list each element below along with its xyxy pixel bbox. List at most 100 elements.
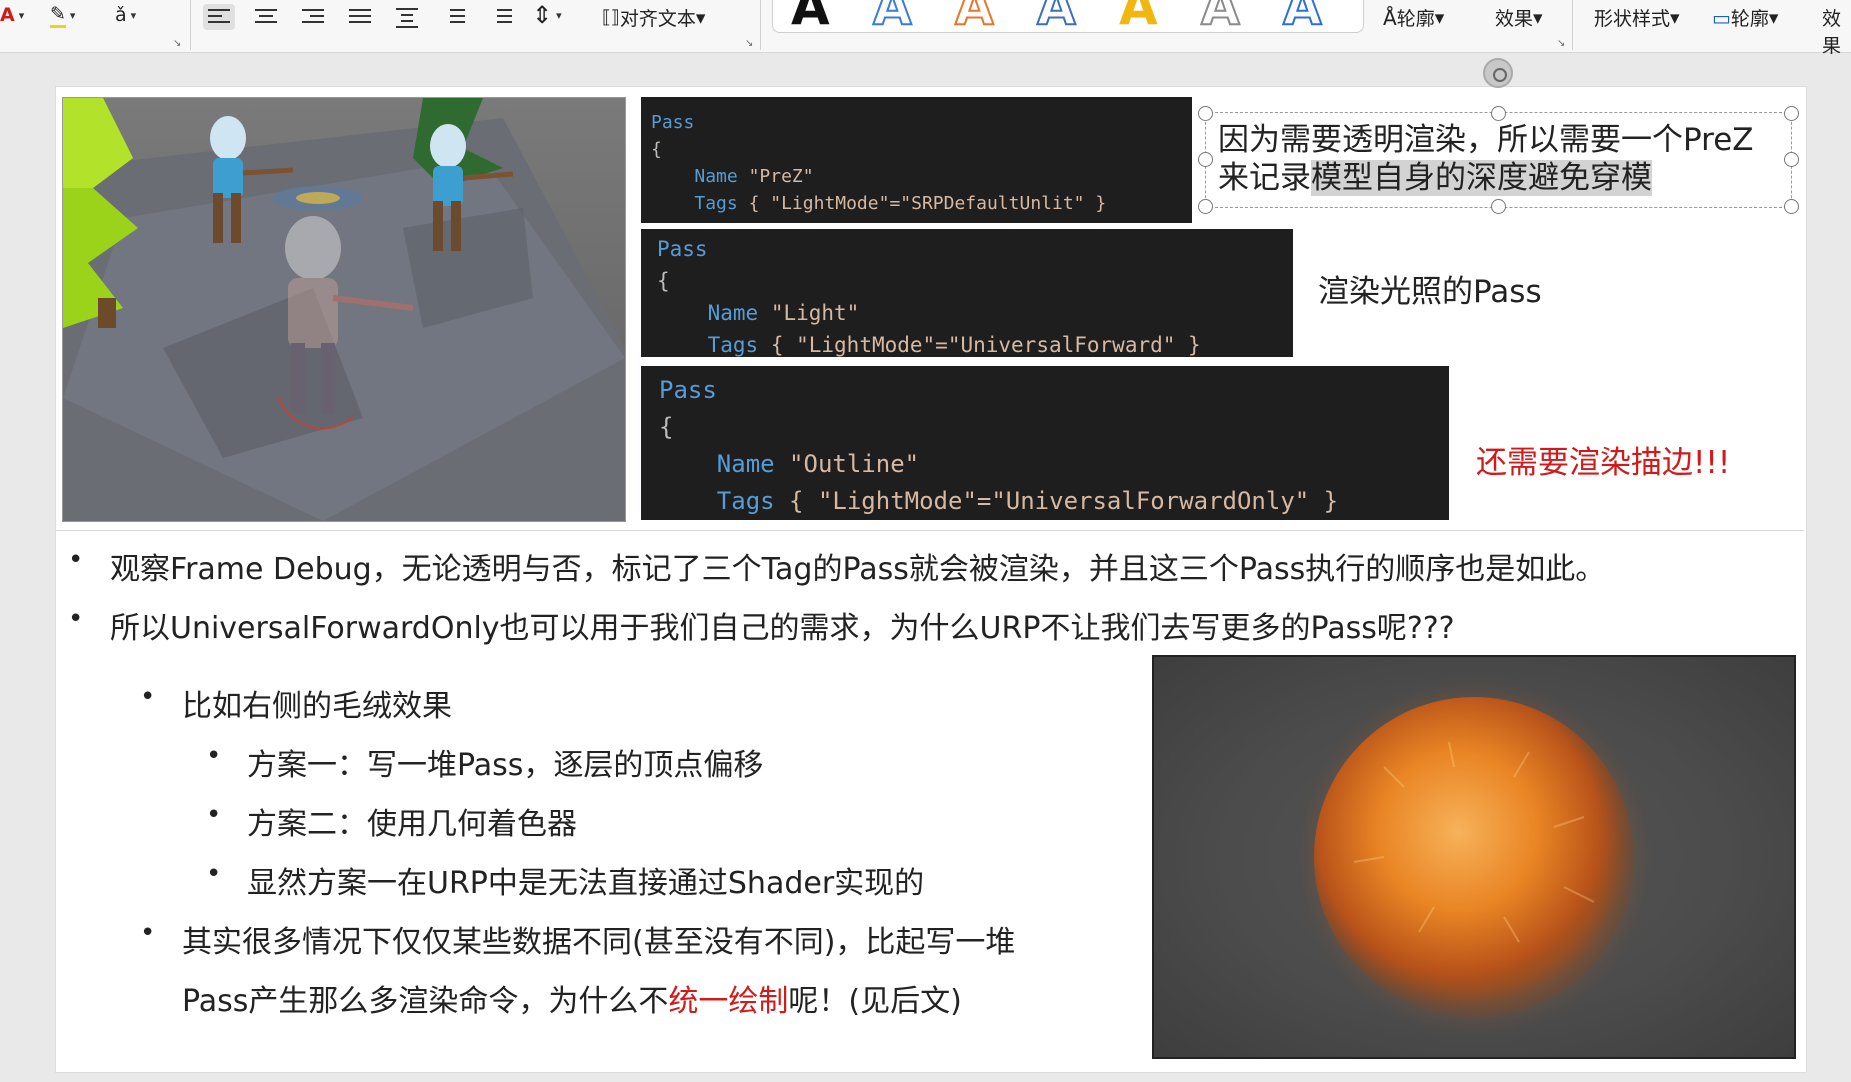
wordart-style-5[interactable]: A	[1119, 0, 1158, 32]
resize-handle[interactable]	[1491, 106, 1506, 121]
highlighter-icon: ✎	[50, 3, 66, 28]
font-dialog-launcher-icon[interactable]: ↘	[173, 38, 181, 49]
code-name-value: "Outline"	[789, 450, 920, 478]
shape-effect-label: 效果	[1822, 8, 1842, 57]
code-block-outline[interactable]: Pass { Name "Outline" Tags { "LightMode"…	[641, 366, 1449, 520]
phonetic-button[interactable]: ǎ ▾	[115, 0, 136, 30]
resize-handle[interactable]	[1784, 152, 1799, 167]
text-effect-button[interactable]: 效果 ▾	[1495, 4, 1543, 31]
text-outline-icon: Å	[1383, 5, 1397, 30]
wordart-style-2[interactable]: A	[872, 0, 913, 32]
prez-note-line2-start: 来记录	[1218, 160, 1311, 196]
code-brace: {	[659, 413, 674, 441]
highlight-button[interactable]: ✎ ▾	[50, 0, 75, 30]
numbering-button[interactable]	[485, 4, 517, 30]
code-tags-value: { "LightMode"="SRPDefaultUnlit" }	[748, 193, 1107, 214]
resize-handle[interactable]	[1784, 199, 1799, 214]
shape-style-label: 形状样式	[1594, 8, 1671, 30]
outline-pass-note[interactable]: 还需要渲染描边!!!	[1476, 437, 1730, 482]
text-outline-button[interactable]: Å 轮廓 ▾	[1383, 4, 1444, 31]
bullet-dot: •	[140, 682, 156, 712]
prez-note[interactable]: 因为需要透明渲染，所以需要一个PreZ 来记录模型自身的深度避免穿模	[1218, 121, 1754, 197]
justify-button[interactable]	[344, 4, 376, 30]
code-name-value: "PreZ"	[748, 166, 814, 187]
shape-style-button[interactable]: 形状样式 ▾	[1594, 4, 1680, 31]
code-tags-keyword: Tags	[716, 487, 775, 515]
code-pass-keyword: Pass	[651, 112, 695, 133]
code-block-light[interactable]: Pass { Name "Light" Tags { "LightMode"="…	[641, 229, 1293, 357]
unified-draw-red-text: 统一绘制	[668, 984, 789, 1019]
light-pass-note[interactable]: 渲染光照的Pass	[1318, 266, 1542, 311]
align-right-button[interactable]	[297, 4, 329, 30]
wordart-style-3[interactable]: A	[954, 0, 995, 32]
align-center-button[interactable]	[250, 4, 282, 30]
text-outline-label: 轮廓	[1396, 8, 1435, 30]
code-tags-value: { "LightMode"="UniversalForward" }	[770, 333, 1201, 357]
resize-handle[interactable]	[1491, 199, 1506, 214]
fur-ball-image[interactable]	[1152, 655, 1796, 1059]
code-tags-keyword: Tags	[694, 193, 738, 214]
shape-outline-icon: ▭	[1712, 5, 1731, 30]
align-left-button[interactable]	[203, 4, 235, 30]
font-color-icon: A	[0, 4, 15, 26]
shape-outline-label: 轮廓	[1730, 8, 1769, 30]
code-pass-keyword: Pass	[659, 376, 717, 404]
wordart-style-7[interactable]: A	[1282, 0, 1323, 32]
bullet-dot: •	[206, 859, 222, 889]
phonetic-guide-icon: ǎ	[115, 4, 127, 26]
align-text-button[interactable]: ⟦⟧ 对齐文本 ▾	[602, 4, 705, 31]
bullet-unified-draw-line2[interactable]: Pass产生那么多渲染命令，为什么不统一绘制呢！(见后文)	[182, 976, 962, 1020]
bullet-frame-debug[interactable]: 观察Frame Debug，无论透明与否，标记了三个Tag的Pass就会被渲染，…	[110, 544, 1605, 588]
text-effect-label: 效果	[1495, 8, 1534, 30]
bullet-dot: •	[206, 741, 222, 771]
prez-note-selected-text: 模型自身的深度避免穿模	[1311, 160, 1652, 196]
chevron-down-icon: ▾	[130, 8, 137, 22]
resize-handle[interactable]	[1198, 106, 1213, 121]
font-color-button[interactable]: A ▾	[0, 0, 24, 30]
group-separator	[190, 0, 191, 50]
bullet-dot: •	[68, 604, 84, 634]
resize-handle[interactable]	[1784, 106, 1799, 121]
chevron-down-icon: ▾	[1434, 6, 1445, 29]
paragraph-dialog-launcher-icon[interactable]: ↘	[745, 38, 753, 49]
bullet-plan-two[interactable]: 方案二：使用几何着色器	[247, 799, 577, 843]
chevron-down-icon: ▾	[1670, 6, 1680, 29]
prez-note-line1: 因为需要透明渲染，所以需要一个PreZ	[1218, 122, 1754, 158]
wordart-style-6[interactable]: A	[1200, 0, 1241, 32]
chevron-down-icon: ▾	[1768, 6, 1779, 29]
chevron-down-icon: ▾	[556, 8, 562, 22]
chevron-down-icon: ▾	[695, 6, 706, 29]
game-scene-image[interactable]	[62, 97, 626, 522]
slide-divider	[56, 530, 1804, 531]
resize-handle[interactable]	[1198, 152, 1213, 167]
bullet-dot: •	[140, 918, 156, 948]
code-pass-keyword: Pass	[657, 237, 708, 261]
wordart-dialog-launcher-icon[interactable]: ↘	[1557, 38, 1565, 49]
line-spacing-button[interactable]	[438, 4, 470, 30]
shape-outline-button[interactable]: ▭ 轮廓 ▾	[1712, 4, 1778, 31]
para-spacing-button[interactable]: ⇕ ▾	[532, 0, 562, 30]
ribbon-toolbar: A ▾ ✎ ▾ ǎ ▾ ↘ ⇕ ▾ ⟦⟧ 对齐文本 ▾ ↘ A A A A A A A …	[0, 0, 1851, 57]
bullet-unified-draw-line1[interactable]: 其实很多情况下仅仅某些数据不同(甚至没有不同)，比起写一堆	[182, 917, 1015, 961]
bullet-universal-forward-only[interactable]: 所以UniversalForwardOnly也可以用于我们自己的需求，为什么UR…	[110, 603, 1455, 647]
shape-effect-button[interactable]: 效果	[1822, 4, 1851, 58]
code-brace: {	[657, 269, 670, 293]
group-separator	[760, 0, 761, 50]
code-block-prez[interactable]: Pass { Name "PreZ" Tags { "LightMode"="S…	[641, 97, 1192, 223]
wordart-style-1[interactable]: A	[791, 0, 830, 32]
bullet-fur-example[interactable]: 比如右侧的毛绒效果	[182, 681, 452, 725]
wordart-gallery[interactable]: A A A A A A A	[772, 0, 1364, 33]
bullet-plan-one[interactable]: 方案一：写一堆Pass，逐层的顶点偏移	[247, 740, 763, 784]
align-text-icon: ⟦⟧	[602, 7, 620, 28]
group-separator	[1572, 0, 1573, 50]
align-text-label: 对齐文本	[619, 8, 696, 30]
chevron-down-icon: ▾	[69, 8, 76, 22]
rotate-handle-icon[interactable]	[1483, 58, 1513, 88]
resize-handle[interactable]	[1198, 199, 1213, 214]
bullet-dot: •	[206, 800, 222, 830]
bullet-plan-one-urp[interactable]: 显然方案一在URP中是无法直接通过Shader实现的	[247, 858, 924, 902]
wordart-style-4[interactable]: A	[1036, 0, 1077, 32]
distribute-button[interactable]	[391, 4, 423, 30]
code-tags-keyword: Tags	[707, 333, 759, 357]
code-name-value: "Light"	[770, 301, 860, 325]
